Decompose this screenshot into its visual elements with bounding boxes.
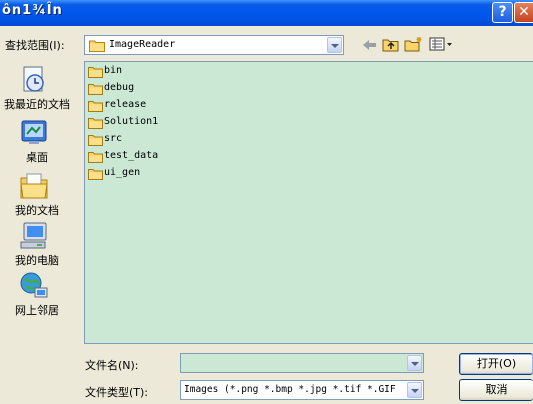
filename-label: 文件名(N): <box>85 359 139 372</box>
place-label: 网上邻居 <box>15 304 59 317</box>
help-button[interactable]: ? <box>492 2 513 23</box>
close-button[interactable]: ✕ <box>514 2 533 23</box>
view-menu-icon[interactable] <box>428 36 454 54</box>
back-arrow-icon[interactable] <box>361 36 381 54</box>
look-in-combo[interactable]: ImageReader <box>84 35 344 55</box>
file-name: Solution1 <box>104 116 159 127</box>
folder-icon <box>88 151 103 166</box>
my-documents-icon <box>18 170 50 202</box>
title-bar: ôn1¾În ? ✕ <box>0 0 533 26</box>
file-list[interactable]: bin debug release Solution1 src test_dat… <box>84 61 533 344</box>
place-network[interactable]: 网上邻居 <box>0 270 76 320</box>
place-my-computer[interactable]: 我的电脑 <box>0 220 76 270</box>
file-name: debug <box>104 82 135 93</box>
file-name: src <box>104 133 123 144</box>
look-in-value: ImageReader <box>109 39 176 50</box>
place-label: 我的电脑 <box>15 254 59 267</box>
place-my-documents[interactable]: 我的文档 <box>0 170 76 220</box>
file-name: ui_gen <box>104 167 141 178</box>
folder-icon <box>88 117 103 132</box>
filetype-value: Images (*.png *.bmp *.jpg *.tif *.GIF <box>184 384 396 395</box>
filetype-select[interactable]: Images (*.png *.bmp *.jpg *.tif *.GIF <box>180 380 424 400</box>
folder-icon <box>88 100 103 115</box>
up-folder-icon[interactable] <box>382 36 402 54</box>
folder-icon <box>88 134 103 149</box>
new-folder-icon[interactable] <box>404 36 424 54</box>
open-button[interactable]: 打开(O) <box>459 353 533 375</box>
look-in-label: 查找范围(I): <box>5 39 65 52</box>
place-label: 我的文档 <box>15 204 59 217</box>
place-desktop[interactable]: 桌面 <box>0 117 76 167</box>
place-label: 桌面 <box>26 151 48 164</box>
cancel-button[interactable]: 取消 <box>459 379 533 401</box>
folder-icon <box>89 39 105 55</box>
filetype-label: 文件类型(T): <box>85 386 149 399</box>
chevron-down-icon[interactable] <box>327 37 342 53</box>
folder-icon <box>88 83 103 98</box>
desktop-icon <box>18 117 50 149</box>
chevron-down-icon[interactable] <box>407 382 422 398</box>
network-places-icon <box>18 270 50 302</box>
folder-icon <box>88 168 103 183</box>
place-recent-documents[interactable]: 我最近的文档 <box>0 64 76 114</box>
chevron-down-icon[interactable] <box>407 355 422 371</box>
filename-field[interactable] <box>180 353 424 373</box>
file-name: test_data <box>104 150 159 161</box>
folder-icon <box>88 66 103 81</box>
places-bar: 我最近的文档 桌面 我的文档 我的电脑 网上邻居 <box>0 64 76 326</box>
my-computer-icon <box>18 220 50 252</box>
recent-documents-icon <box>18 64 50 96</box>
file-name: release <box>104 99 147 110</box>
window-title: ôn1¾În <box>2 3 63 18</box>
file-name: bin <box>104 65 123 76</box>
place-label: 我最近的文档 <box>4 98 70 111</box>
